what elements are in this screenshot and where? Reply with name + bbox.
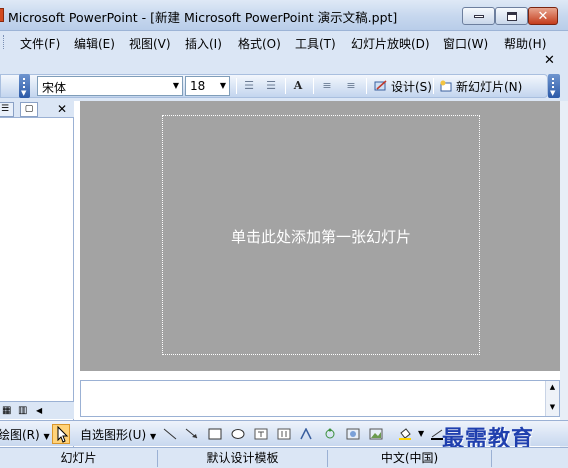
- design-icon: [374, 80, 387, 91]
- picture-icon[interactable]: [369, 428, 383, 440]
- new-slide-button[interactable]: 新幻灯片(N): [439, 78, 522, 95]
- document-control-bar: ✕: [0, 53, 568, 71]
- pane-tabs: ☰ ▢ ✕: [0, 101, 74, 118]
- slide-canvas: 单击此处添加第一张幻灯片: [80, 101, 560, 371]
- minimize-button[interactable]: [462, 7, 495, 25]
- status-template[interactable]: 默认设计模板: [158, 450, 328, 467]
- line-icon[interactable]: [163, 428, 177, 440]
- menu-window[interactable]: 窗口(W): [443, 35, 488, 52]
- autoshapes-button[interactable]: 自选图形(U) ▼: [80, 426, 156, 443]
- decrease-indent-icon[interactable]: ≡: [320, 79, 334, 93]
- arrow-icon[interactable]: [185, 428, 199, 440]
- add-first-slide-hint[interactable]: 单击此处添加第一张幻灯片: [163, 226, 479, 247]
- slide-sorter-icon[interactable]: ▥: [18, 405, 29, 416]
- status-bar: 幻灯片 默认设计模板 中文(中国): [0, 447, 568, 468]
- scroll-down-icon[interactable]: ▼: [546, 403, 559, 411]
- font-name-select[interactable]: 宋体 ▼: [37, 76, 183, 96]
- view-buttons: ▦ ▥ ◀: [0, 401, 74, 419]
- menu-tools[interactable]: 工具(T): [295, 35, 336, 52]
- chevron-down-icon: ▼: [149, 432, 157, 441]
- powerpoint-app-icon[interactable]: [0, 8, 4, 22]
- chevron-down-icon: ▼: [43, 432, 50, 441]
- font-size-value: 18: [190, 79, 206, 93]
- menu-slideshow[interactable]: 幻灯片放映(D): [351, 35, 430, 52]
- maximize-icon: [506, 11, 517, 21]
- design-button[interactable]: 设计(S): [374, 78, 432, 95]
- draw-menu-button[interactable]: 绘图(R) ▼: [0, 426, 50, 443]
- formatting-toolbar: ▼ 宋体 ▼ 18 ▼ ☰ ☰ A ≡ ≡ 设计(S) 新幻灯片(N) ▼: [0, 71, 568, 101]
- clip-art-icon[interactable]: [346, 428, 360, 440]
- chevron-down-icon: ▼: [219, 81, 227, 90]
- bullets-icon[interactable]: ☰: [264, 79, 278, 93]
- menu-file[interactable]: 文件(F): [20, 35, 60, 52]
- scroll-up-icon[interactable]: ▲: [546, 383, 559, 391]
- oval-icon[interactable]: [231, 428, 245, 440]
- new-slide-label: 新幻灯片(N): [456, 80, 523, 94]
- maximize-button[interactable]: [495, 7, 528, 25]
- menu-edit[interactable]: 编辑(E): [74, 35, 115, 52]
- numbering-icon[interactable]: ☰: [242, 79, 256, 93]
- autoshapes-label: 自选图形(U): [80, 428, 147, 442]
- toolbar-options-handle[interactable]: ▼: [19, 74, 30, 98]
- font-name-value: 宋体: [42, 81, 67, 95]
- close-document-icon[interactable]: ✕: [544, 53, 555, 68]
- textbox-icon[interactable]: [254, 428, 268, 440]
- draw-label: 绘图(R): [0, 428, 40, 442]
- menu-grip[interactable]: [0, 35, 4, 49]
- menu-help[interactable]: 帮助(H): [504, 35, 546, 52]
- design-label: 设计(S): [391, 80, 432, 94]
- slides-outline-pane: ☰ ▢ ✕ ▦ ▥ ◀: [0, 101, 74, 447]
- diagram-icon[interactable]: [323, 428, 337, 440]
- chevron-down-icon: ▼: [550, 89, 556, 97]
- window-title: Microsoft PowerPoint - [新建 Microsoft Pow…: [8, 10, 398, 25]
- notes-scrollbar[interactable]: ▲ ▼: [545, 381, 559, 416]
- toolbar-overflow-handle[interactable]: ▼: [548, 74, 560, 98]
- chevron-down-icon[interactable]: ▼: [418, 429, 424, 438]
- notes-pane[interactable]: ▲ ▼: [80, 380, 560, 417]
- scroll-left-icon[interactable]: ◀: [36, 405, 47, 416]
- fill-color-icon[interactable]: [398, 428, 412, 440]
- tab-slides[interactable]: ▢: [20, 102, 38, 117]
- slide-placeholder[interactable]: 单击此处添加第一张幻灯片: [162, 115, 480, 355]
- font-size-select[interactable]: 18 ▼: [185, 76, 230, 96]
- close-button[interactable]: ✕: [528, 7, 558, 25]
- status-slide: 幻灯片: [0, 450, 158, 467]
- increase-indent-icon[interactable]: ≡: [344, 79, 358, 93]
- wordart-icon[interactable]: [300, 428, 314, 440]
- tab-outline[interactable]: ☰: [0, 102, 14, 117]
- chevron-down-icon: ▼: [172, 81, 180, 90]
- menu-bar: 文件(F) 编辑(E) 视图(V) 插入(I) 格式(O) 工具(T) 幻灯片放…: [0, 31, 568, 53]
- close-pane-icon[interactable]: ✕: [57, 102, 67, 116]
- minimize-icon: [473, 14, 484, 18]
- status-language: 中文(中国): [328, 450, 492, 467]
- menu-view[interactable]: 视图(V): [129, 35, 171, 52]
- normal-view-icon[interactable]: ▦: [2, 405, 13, 416]
- menu-format[interactable]: 格式(O): [238, 35, 281, 52]
- cursor-icon: [57, 425, 69, 443]
- close-icon: ✕: [537, 8, 549, 24]
- menu-insert[interactable]: 插入(I): [185, 35, 222, 52]
- vertical-textbox-icon[interactable]: [277, 428, 291, 440]
- title-bar: Microsoft PowerPoint - [新建 Microsoft Pow…: [0, 0, 568, 31]
- rectangle-icon[interactable]: [208, 428, 222, 440]
- increase-font-size-icon[interactable]: A: [291, 79, 305, 93]
- new-slide-icon: [440, 80, 452, 92]
- vertical-scrollbar[interactable]: [560, 101, 568, 447]
- select-objects-button[interactable]: [52, 424, 70, 444]
- chevron-down-icon: ▼: [21, 89, 27, 97]
